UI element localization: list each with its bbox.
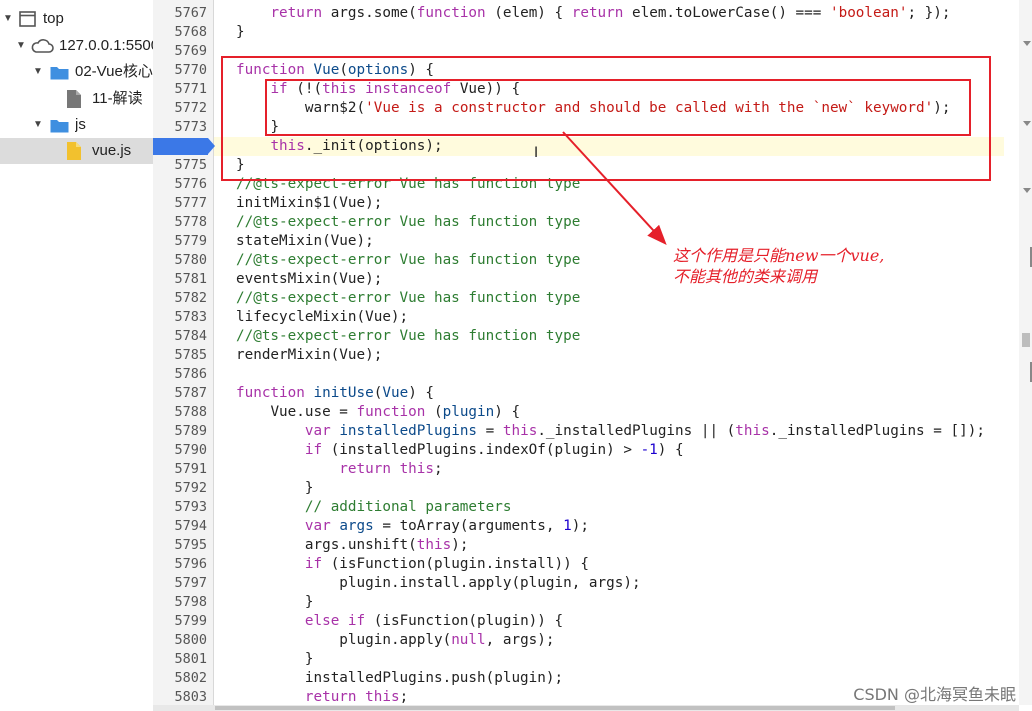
horizontal-scrollbar[interactable] — [153, 705, 1019, 711]
annotation-note: 这个作用是只能new一个vue, 不能其他的类来调用 — [673, 245, 884, 287]
annotation-line-2: 不能其他的类来调用 — [673, 267, 818, 286]
scroll-thumb[interactable] — [215, 706, 895, 710]
annotation-line-1: 这个作用是只能new一个vue, — [673, 246, 885, 265]
scroll-thumb[interactable] — [1022, 333, 1030, 347]
annotation-arrow — [562, 131, 667, 245]
watermark: CSDN @北海冥鱼未眠 — [853, 685, 1016, 704]
vertical-scrollbar[interactable] — [1019, 0, 1032, 705]
